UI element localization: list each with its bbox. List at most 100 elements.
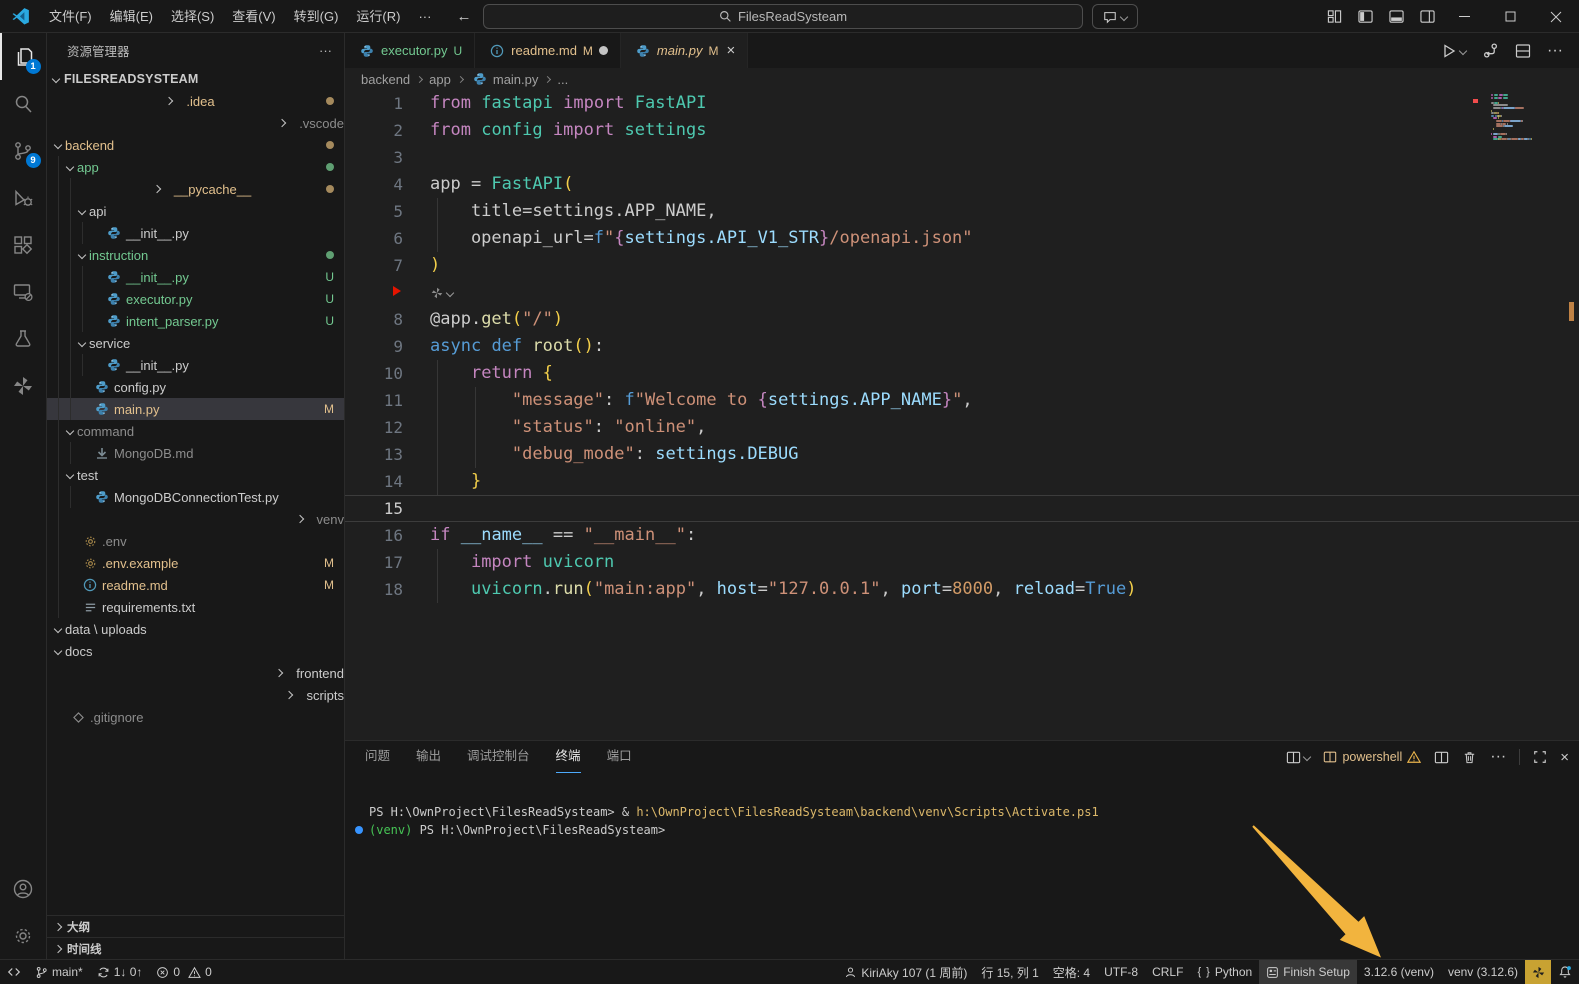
tree-item[interactable]: config.py xyxy=(47,376,344,398)
code-line[interactable]: 16if __name__ == "__main__": xyxy=(345,522,1579,549)
kill-terminal-trash-icon[interactable] xyxy=(1462,750,1477,765)
maximize-panel-icon[interactable] xyxy=(1533,750,1547,764)
code-line[interactable]: 1from fastapi import FastAPI xyxy=(345,90,1579,117)
menu-item[interactable]: 运行(R) xyxy=(347,4,409,29)
panel-tab[interactable]: 问题 xyxy=(365,741,390,773)
code-line[interactable]: 11 "message": f"Welcome to {settings.APP… xyxy=(345,387,1579,414)
code-editor[interactable]: 1from fastapi import FastAPI2from config… xyxy=(345,90,1579,740)
tree-item[interactable]: .env xyxy=(47,530,344,552)
tree-item[interactable]: docs xyxy=(47,640,344,662)
tree-item[interactable]: intent_parser.pyU xyxy=(47,310,344,332)
status-item-main-[interactable]: main* xyxy=(28,960,90,984)
tree-item[interactable]: requirements.txt xyxy=(47,596,344,618)
code-line[interactable]: 3 xyxy=(345,144,1579,171)
minimap[interactable] xyxy=(1489,90,1551,210)
tree-item[interactable]: test xyxy=(47,464,344,486)
tree-item[interactable]: app xyxy=(47,156,344,178)
minimize-button[interactable] xyxy=(1441,0,1487,33)
code-line[interactable]: 6 openapi_url=f"{settings.API_V1_STR}/op… xyxy=(345,225,1579,252)
customize-layout-icon[interactable] xyxy=(1327,9,1342,24)
tree-item[interactable]: venv xyxy=(47,508,344,530)
tree-item[interactable]: instruction xyxy=(47,244,344,266)
inline-ai-widget[interactable] xyxy=(430,286,453,300)
close-panel-icon[interactable]: × xyxy=(1560,749,1569,766)
status-item-remote[interactable] xyxy=(0,960,28,984)
open-changes-icon[interactable] xyxy=(1482,42,1499,59)
menu-more[interactable]: ··· xyxy=(409,4,440,29)
code-line[interactable]: 15 xyxy=(345,495,1579,522)
status-item-crlf[interactable]: CRLF xyxy=(1145,960,1190,984)
menu-item[interactable]: 转到(G) xyxy=(285,4,348,29)
code-line[interactable]: 9async def root(): xyxy=(345,333,1579,360)
tree-item[interactable]: __init__.py xyxy=(47,354,344,376)
tree-item[interactable]: __pycache__ xyxy=(47,178,344,200)
tree-item[interactable]: service xyxy=(47,332,344,354)
code-line[interactable]: 17 import uvicorn xyxy=(345,549,1579,576)
testing-activity-icon[interactable] xyxy=(0,315,47,362)
code-line[interactable]: 14 } xyxy=(345,468,1579,495)
tree-item[interactable]: command xyxy=(47,420,344,442)
editor-tab[interactable]: main.pyM× xyxy=(621,33,748,68)
panel-tab[interactable]: 调试控制台 xyxy=(467,741,530,773)
tree-item[interactable]: .idea xyxy=(47,90,344,112)
status-item-bell[interactable] xyxy=(1551,960,1579,984)
tree-item[interactable]: MongoDBConnectionTest.py xyxy=(47,486,344,508)
code-line[interactable]: 13 "debug_mode": settings.DEBUG xyxy=(345,441,1579,468)
outline-section[interactable]: 大纲 xyxy=(47,915,344,937)
status-item-1-0-[interactable]: 1↓ 0↑ xyxy=(90,960,150,984)
status-item-pinwheel[interactable] xyxy=(1525,960,1551,984)
tree-item[interactable]: .gitignore xyxy=(47,706,344,728)
tree-item[interactable]: frontend xyxy=(47,662,344,684)
explorer-activity-icon[interactable]: 1 xyxy=(0,33,47,80)
tree-item[interactable]: .env.exampleM xyxy=(47,552,344,574)
extensions-activity-icon[interactable] xyxy=(0,221,47,268)
timeline-section[interactable]: 时间线 xyxy=(47,937,344,959)
remote-explorer-activity-icon[interactable] xyxy=(0,268,47,315)
panel-tab[interactable]: 端口 xyxy=(607,741,632,773)
tree-item[interactable]: backend xyxy=(47,134,344,156)
tab-close-icon[interactable]: × xyxy=(726,42,735,59)
status-item--4[interactable]: 空格: 4 xyxy=(1046,960,1097,984)
editor-tab[interactable]: readme.mdM xyxy=(475,33,621,68)
source-control-activity-icon[interactable]: 9 xyxy=(0,127,47,174)
tree-item[interactable]: main.pyM xyxy=(47,398,344,420)
status-item-venv-3-12-6-[interactable]: venv (3.12.6) xyxy=(1441,960,1525,984)
status-item-problems[interactable]: 00 xyxy=(149,960,218,984)
settings-gear-icon[interactable] xyxy=(0,912,47,959)
tree-item[interactable]: MongoDB.md xyxy=(47,442,344,464)
panel-tab[interactable]: 终端 xyxy=(556,741,581,773)
status-item--15-1[interactable]: 行 15, 列 1 xyxy=(974,960,1045,984)
tree-item[interactable]: .vscode xyxy=(47,112,344,134)
editor-more-actions-icon[interactable]: ··· xyxy=(1547,42,1563,60)
code-line[interactable]: 7) xyxy=(345,252,1579,279)
code-line[interactable]: 10 return { xyxy=(345,360,1579,387)
command-center-search[interactable]: FilesReadSysteam xyxy=(483,4,1083,29)
code-line[interactable]: 8@app.get("/") xyxy=(345,306,1579,333)
menu-item[interactable]: 查看(V) xyxy=(223,4,284,29)
status-item-python[interactable]: { }Python xyxy=(1190,960,1259,984)
close-window-button[interactable] xyxy=(1533,0,1579,33)
toggle-sidebar-icon[interactable] xyxy=(1358,9,1373,24)
terminal-tab-powershell[interactable]: powershell xyxy=(1323,750,1421,764)
command-decoration-icon[interactable] xyxy=(355,826,363,834)
tree-item[interactable]: executor.pyU xyxy=(47,288,344,310)
code-line[interactable]: 18 uvicorn.run("main:app", host="127.0.0… xyxy=(345,576,1579,603)
explorer-more-actions[interactable]: ··· xyxy=(319,43,332,58)
menu-item[interactable]: 文件(F) xyxy=(40,4,101,29)
search-activity-icon[interactable] xyxy=(0,80,47,127)
breadcrumb-item[interactable]: ... xyxy=(557,72,568,87)
code-line[interactable]: 2from config import settings xyxy=(345,117,1579,144)
status-item-finish-setup[interactable]: Finish Setup xyxy=(1259,960,1357,984)
tree-item[interactable]: __init__.pyU xyxy=(47,266,344,288)
copilot-chat-button[interactable] xyxy=(1092,4,1138,29)
code-line[interactable]: 12 "status": "online", xyxy=(345,414,1579,441)
run-python-button[interactable] xyxy=(1441,43,1466,59)
tree-item[interactable]: readme.mdM xyxy=(47,574,344,596)
breadcrumb-item[interactable]: backend xyxy=(361,72,410,87)
menu-item[interactable]: 编辑(E) xyxy=(101,4,162,29)
split-terminal-icon[interactable] xyxy=(1434,750,1449,765)
toggle-secondary-sidebar-icon[interactable] xyxy=(1420,9,1435,24)
new-terminal-button[interactable] xyxy=(1286,750,1310,765)
explorer-root-folder[interactable]: FILESREADSYSTEAM xyxy=(47,68,344,90)
menu-item[interactable]: 选择(S) xyxy=(162,4,223,29)
